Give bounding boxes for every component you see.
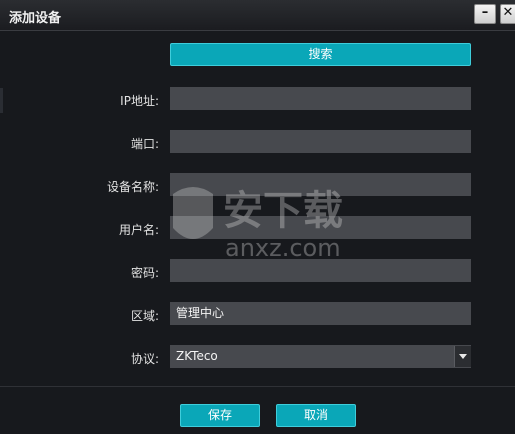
chevron-down-icon[interactable] bbox=[454, 346, 471, 367]
protocol-select[interactable]: ZKTeco bbox=[170, 345, 471, 368]
window-title: 添加设备 bbox=[9, 11, 62, 26]
watermark-logo: 安下载 anxz.com bbox=[173, 187, 343, 262]
minimize-button[interactable]: – bbox=[474, 4, 496, 24]
device-name-label: 设备名称: bbox=[106, 180, 159, 194]
title-bar: 添加设备 – ✕ bbox=[0, 0, 515, 31]
search-button[interactable]: 搜索 bbox=[170, 43, 471, 66]
ip-label: IP地址: bbox=[120, 94, 159, 108]
side-edge bbox=[0, 88, 3, 113]
area-field[interactable]: 管理中心 bbox=[170, 302, 471, 325]
ip-input[interactable] bbox=[170, 87, 471, 110]
port-label: 端口: bbox=[130, 137, 159, 151]
save-button[interactable]: 保存 bbox=[180, 404, 260, 427]
area-label: 区域: bbox=[130, 309, 159, 323]
username-label: 用户名: bbox=[118, 223, 159, 237]
port-input[interactable] bbox=[170, 130, 471, 153]
watermark-text: 安下载 bbox=[223, 188, 343, 234]
close-button[interactable]: ✕ bbox=[500, 4, 515, 24]
footer-divider bbox=[0, 386, 515, 387]
cancel-button[interactable]: 取消 bbox=[276, 404, 356, 427]
watermark-sub: anxz.com bbox=[225, 234, 341, 262]
protocol-label: 协议: bbox=[130, 352, 159, 366]
password-label: 密码: bbox=[130, 266, 159, 280]
